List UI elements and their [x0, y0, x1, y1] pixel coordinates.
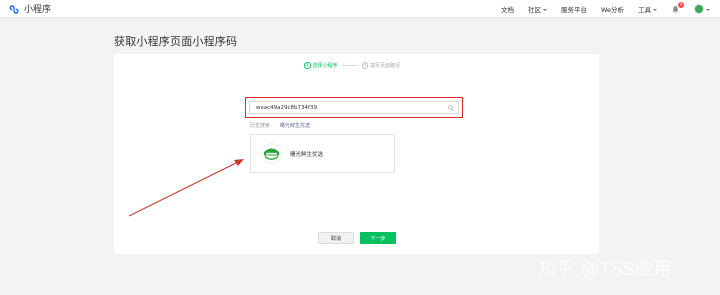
result-name: 曙光鲜生优选	[290, 151, 324, 158]
nav-community-label: 社区	[527, 6, 541, 14]
logo[interactable]: 小程序	[8, 2, 51, 15]
next-button[interactable]: 下一步	[360, 232, 396, 244]
nav-we-analytics-label: We分析	[600, 6, 624, 14]
notifications-button[interactable]: 1	[671, 1, 684, 14]
search-highlight-box	[245, 97, 463, 118]
nav-tools-label: 工具	[638, 6, 651, 14]
step-select-mini-program: 1 选择小程序	[304, 62, 338, 69]
mini-program-logo-icon	[9, 4, 19, 14]
nav-service-platform-label: 服务平台	[560, 6, 587, 14]
cancel-button[interactable]: 取消	[318, 232, 354, 244]
top-bar: 小程序 文档 社区 服务平台 We分析 工具 1	[0, 0, 720, 18]
nav-docs-label: 文档	[500, 6, 514, 14]
mini-program-avatar	[261, 143, 282, 164]
main-card: 1 选择小程序 2 填写页面路径 历史搜索 曙光鲜生优选	[114, 54, 599, 254]
chevron-down-icon	[542, 8, 547, 11]
avatar	[694, 4, 704, 14]
step-divider	[341, 65, 358, 66]
search-history: 历史搜索 曙光鲜生优选	[250, 122, 310, 129]
nav-service-platform[interactable]: 服务平台	[561, 4, 587, 14]
page-title: 获取小程序页面小程序码	[114, 35, 238, 48]
watermark: 知乎 @TSS应用	[538, 259, 673, 280]
nav-community[interactable]: 社区	[528, 4, 547, 14]
history-item[interactable]: 曙光鲜生优选	[280, 122, 310, 129]
nav-we-analytics[interactable]: We分析	[601, 4, 624, 14]
search-result-item[interactable]: 曙光鲜生优选	[250, 134, 395, 173]
search-box	[249, 101, 459, 114]
notification-badge: 1	[678, 1, 684, 8]
search-icon[interactable]	[448, 104, 454, 111]
step-indicator: 1 选择小程序 2 填写页面路径	[304, 62, 400, 69]
chevron-down-icon	[706, 8, 710, 11]
step-label: 选择小程序	[312, 63, 338, 69]
nav-docs[interactable]: 文档	[501, 4, 514, 14]
step-fill-page-path: 2 填写页面路径	[361, 62, 401, 69]
bell-icon: 1	[671, 1, 684, 14]
account-menu[interactable]	[694, 4, 710, 14]
step-number: 1	[304, 62, 311, 69]
step-label: 填写页面路径	[370, 63, 401, 69]
top-nav: 文档 社区 服务平台 We分析 工具 1	[487, 0, 710, 18]
search-input[interactable]	[250, 102, 448, 113]
step-number: 2	[361, 62, 369, 69]
history-label: 历史搜索	[250, 123, 271, 129]
app-title: 小程序	[24, 5, 52, 15]
chevron-down-icon	[653, 8, 657, 11]
nav-tools[interactable]: 工具	[638, 4, 657, 14]
